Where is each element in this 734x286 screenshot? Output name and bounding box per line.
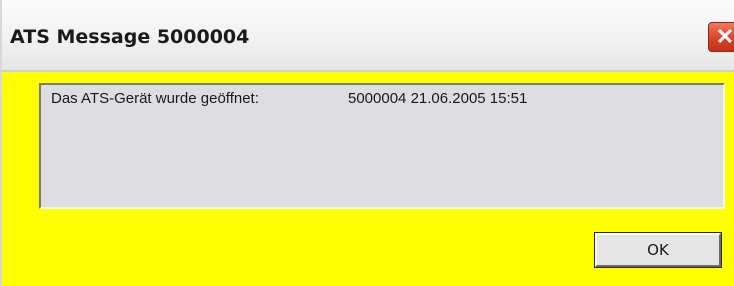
close-button[interactable]: ✕ (708, 22, 734, 52)
message-dialog: ATS Message 5000004 ✕ Das ATS-Gerät wurd… (0, 0, 734, 286)
title-bar[interactable]: ATS Message 5000004 ✕ (2, 0, 734, 72)
message-panel: Das ATS-Gerät wurde geöffnet: 5000004 21… (39, 83, 725, 209)
message-value: 5000004 21.06.2005 15:51 (348, 90, 528, 107)
window-title: ATS Message 5000004 (10, 26, 250, 48)
message-label: Das ATS-Gerät wurde geöffnet: (51, 90, 259, 107)
ok-button[interactable]: OK (594, 232, 722, 268)
close-icon: ✕ (715, 24, 734, 49)
